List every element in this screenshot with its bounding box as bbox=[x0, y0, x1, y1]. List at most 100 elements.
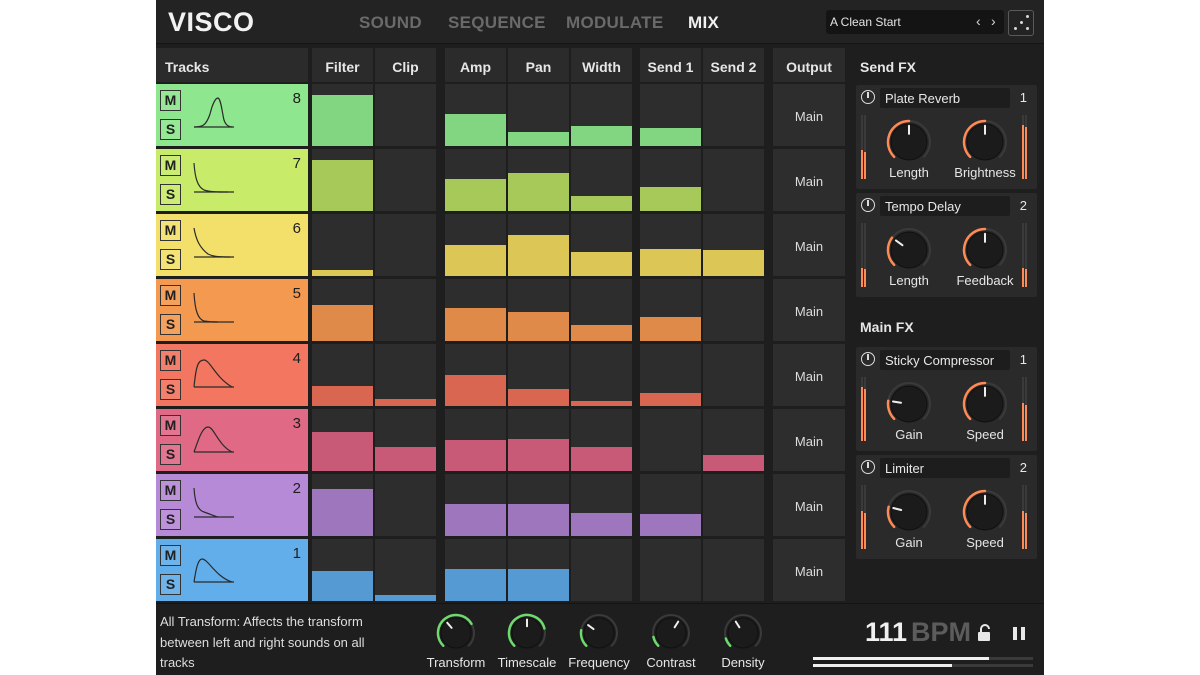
mix-cell-send-2[interactable] bbox=[703, 214, 764, 276]
output-selector[interactable]: Main bbox=[773, 84, 845, 146]
mix-cell-filter[interactable] bbox=[312, 474, 373, 536]
output-selector[interactable]: Main bbox=[773, 409, 845, 471]
mix-cell-clip[interactable] bbox=[375, 214, 436, 276]
mix-cell-send-1[interactable] bbox=[640, 539, 701, 601]
mix-cell-filter[interactable] bbox=[312, 149, 373, 211]
solo-button[interactable]: S bbox=[160, 249, 181, 270]
gain-knob[interactable] bbox=[885, 380, 933, 428]
mix-cell-pan[interactable] bbox=[508, 214, 569, 276]
gain-knob[interactable] bbox=[885, 488, 933, 536]
power-icon[interactable] bbox=[861, 198, 875, 212]
mix-cell-clip[interactable] bbox=[375, 344, 436, 406]
track-row-4[interactable]: MS 4 bbox=[156, 344, 308, 406]
mix-cell-filter[interactable] bbox=[312, 214, 373, 276]
length-knob[interactable] bbox=[885, 118, 933, 166]
solo-button[interactable]: S bbox=[160, 119, 181, 140]
mix-cell-pan[interactable] bbox=[508, 539, 569, 601]
mix-cell-clip[interactable] bbox=[375, 84, 436, 146]
mute-button[interactable]: M bbox=[160, 480, 181, 501]
mix-cell-pan[interactable] bbox=[508, 474, 569, 536]
mix-cell-send-2[interactable] bbox=[703, 474, 764, 536]
mix-cell-width[interactable] bbox=[571, 539, 632, 601]
contrast-knob[interactable] bbox=[650, 612, 692, 654]
fx-selector[interactable]: Plate Reverb bbox=[880, 88, 1010, 108]
mix-cell-amp[interactable] bbox=[445, 539, 506, 601]
speed-knob[interactable] bbox=[961, 380, 1009, 428]
mix-cell-send-1[interactable] bbox=[640, 214, 701, 276]
solo-button[interactable]: S bbox=[160, 509, 181, 530]
solo-button[interactable]: S bbox=[160, 184, 181, 205]
solo-button[interactable]: S bbox=[160, 444, 181, 465]
bpm-value[interactable]: 111 bbox=[865, 617, 907, 648]
mix-cell-send-2[interactable] bbox=[703, 279, 764, 341]
mix-cell-pan[interactable] bbox=[508, 409, 569, 471]
mix-cell-clip[interactable] bbox=[375, 539, 436, 601]
tab-sequence[interactable]: SEQUENCE bbox=[448, 13, 546, 33]
frequency-knob[interactable] bbox=[578, 612, 620, 654]
mix-cell-clip[interactable] bbox=[375, 149, 436, 211]
mix-cell-pan[interactable] bbox=[508, 279, 569, 341]
length-knob[interactable] bbox=[885, 226, 933, 274]
solo-button[interactable]: S bbox=[160, 314, 181, 335]
track-row-1[interactable]: MS 1 bbox=[156, 539, 308, 601]
speed-knob[interactable] bbox=[961, 488, 1009, 536]
mix-cell-amp[interactable] bbox=[445, 149, 506, 211]
mix-cell-width[interactable] bbox=[571, 474, 632, 536]
mix-cell-send-2[interactable] bbox=[703, 84, 764, 146]
mute-button[interactable]: M bbox=[160, 90, 181, 111]
power-icon[interactable] bbox=[861, 90, 875, 104]
mix-cell-width[interactable] bbox=[571, 149, 632, 211]
density-knob[interactable] bbox=[722, 612, 764, 654]
mix-cell-filter[interactable] bbox=[312, 409, 373, 471]
mix-cell-send-1[interactable] bbox=[640, 344, 701, 406]
track-row-8[interactable]: MS 8 bbox=[156, 84, 308, 146]
mute-button[interactable]: M bbox=[160, 220, 181, 241]
track-row-7[interactable]: MS 7 bbox=[156, 149, 308, 211]
mute-button[interactable]: M bbox=[160, 155, 181, 176]
mix-cell-send-1[interactable] bbox=[640, 149, 701, 211]
mix-cell-pan[interactable] bbox=[508, 84, 569, 146]
feedback-knob[interactable] bbox=[961, 226, 1009, 274]
mix-cell-pan[interactable] bbox=[508, 344, 569, 406]
track-row-3[interactable]: MS 3 bbox=[156, 409, 308, 471]
power-icon[interactable] bbox=[861, 460, 875, 474]
power-icon[interactable] bbox=[861, 352, 875, 366]
transform-knob[interactable] bbox=[435, 612, 477, 654]
solo-button[interactable]: S bbox=[160, 379, 181, 400]
mix-cell-amp[interactable] bbox=[445, 409, 506, 471]
mix-cell-clip[interactable] bbox=[375, 474, 436, 536]
mix-cell-filter[interactable] bbox=[312, 344, 373, 406]
mix-cell-send-1[interactable] bbox=[640, 84, 701, 146]
mix-cell-send-1[interactable] bbox=[640, 409, 701, 471]
mix-cell-send-2[interactable] bbox=[703, 344, 764, 406]
mix-cell-amp[interactable] bbox=[445, 214, 506, 276]
mute-button[interactable]: M bbox=[160, 415, 181, 436]
chevron-right-icon[interactable]: › bbox=[991, 13, 996, 29]
mix-cell-filter[interactable] bbox=[312, 539, 373, 601]
output-selector[interactable]: Main bbox=[773, 474, 845, 536]
mix-cell-amp[interactable] bbox=[445, 344, 506, 406]
mix-cell-send-2[interactable] bbox=[703, 149, 764, 211]
pause-icon[interactable] bbox=[1013, 627, 1027, 641]
mix-cell-send-1[interactable] bbox=[640, 279, 701, 341]
mix-cell-width[interactable] bbox=[571, 344, 632, 406]
mix-cell-filter[interactable] bbox=[312, 84, 373, 146]
mix-cell-filter[interactable] bbox=[312, 279, 373, 341]
output-selector[interactable]: Main bbox=[773, 149, 845, 211]
preset-selector[interactable]: A Clean Start ‹ › bbox=[826, 10, 1004, 34]
output-selector[interactable]: Main bbox=[773, 279, 845, 341]
mute-button[interactable]: M bbox=[160, 350, 181, 371]
mix-cell-clip[interactable] bbox=[375, 279, 436, 341]
output-selector[interactable]: Main bbox=[773, 344, 845, 406]
fx-selector[interactable]: Sticky Compressor bbox=[880, 350, 1010, 370]
chevron-left-icon[interactable]: ‹ bbox=[976, 13, 981, 29]
track-row-6[interactable]: MS 6 bbox=[156, 214, 308, 276]
solo-button[interactable]: S bbox=[160, 574, 181, 595]
fx-selector[interactable]: Limiter bbox=[880, 458, 1010, 478]
output-selector[interactable]: Main bbox=[773, 214, 845, 276]
mix-cell-send-1[interactable] bbox=[640, 474, 701, 536]
mix-cell-send-2[interactable] bbox=[703, 409, 764, 471]
output-selector[interactable]: Main bbox=[773, 539, 845, 601]
lock-open-icon[interactable] bbox=[977, 624, 993, 642]
mute-button[interactable]: M bbox=[160, 545, 181, 566]
